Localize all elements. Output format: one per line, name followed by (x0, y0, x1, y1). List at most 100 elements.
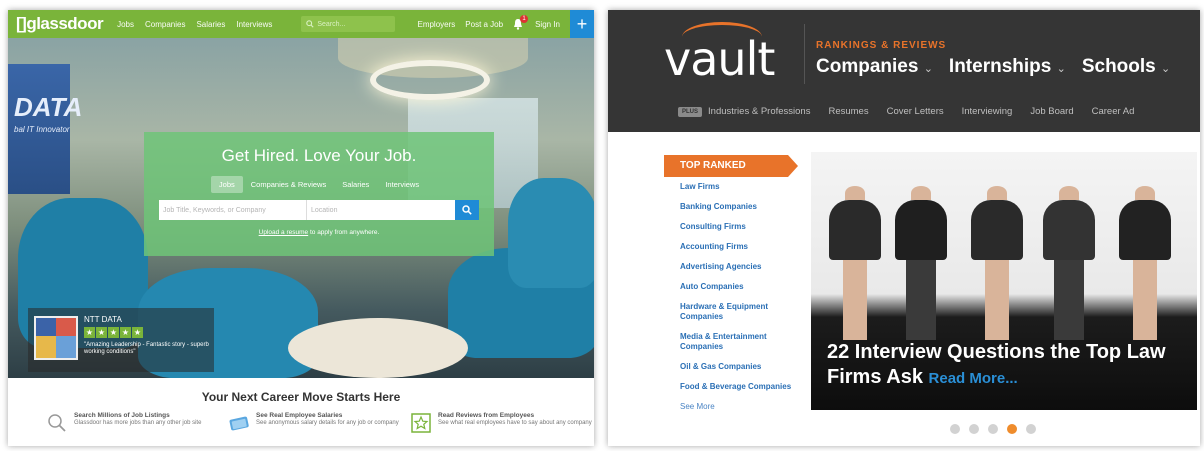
nav-companies[interactable]: Companies (145, 20, 185, 29)
person-photo (1043, 186, 1095, 340)
round-table (288, 318, 468, 378)
feature-salaries[interactable]: See Real Employee Salaries See anonymous … (228, 412, 410, 434)
location-input[interactable]: Location (307, 200, 455, 220)
ranked-link[interactable]: Accounting Firms (680, 242, 802, 252)
header-divider (804, 24, 805, 84)
carousel-dots (950, 424, 1045, 434)
tab-companies-reviews[interactable]: Companies & Reviews (243, 176, 334, 193)
feature-text: See anonymous salary details for any job… (256, 419, 399, 426)
upload-resume-link[interactable]: Upload a resume (259, 229, 309, 236)
see-more-link[interactable]: See More (680, 402, 802, 412)
job-search-box: Get Hired. Love Your Job. Jobs Companies… (144, 132, 494, 256)
money-icon (229, 416, 249, 431)
chevron-down-icon: ⌄ (1056, 63, 1066, 75)
featured-company-card[interactable]: NTT DATA ★ ★ ★ ★ ★ "Amazing Leadership -… (28, 308, 214, 372)
subnav-career-advice[interactable]: Career Ad (1092, 106, 1135, 117)
tab-interviews[interactable]: Interviews (377, 176, 427, 193)
keyword-input[interactable]: Job Title, Keywords, or Company (159, 200, 307, 220)
read-more-link[interactable]: Read More... (929, 370, 1018, 387)
carousel-dot-active[interactable] (1007, 424, 1017, 434)
star-review-icon (411, 413, 431, 433)
top-ranked-ribbon: TOP RANKED (664, 155, 798, 177)
feature-search[interactable]: Search Millions of Job Listings Glassdoor… (46, 412, 228, 434)
ranked-link[interactable]: Media & Entertainment Companies (680, 332, 802, 352)
ranked-link[interactable]: Banking Companies (680, 202, 802, 212)
value-props: Your Next Career Move Starts Here Search… (8, 378, 594, 446)
bell-icon[interactable]: 1 (513, 15, 529, 30)
review-quote: "Amazing Leadership - Fantastic story - … (84, 342, 209, 355)
plus-badge: PLUS (678, 106, 703, 117)
feature-text: See what real employees have to say abou… (438, 419, 592, 426)
search-icon (306, 20, 314, 28)
star-icon: ★ (108, 327, 119, 338)
nav-salaries[interactable]: Salaries (196, 20, 225, 29)
ranked-list: Law Firms Banking Companies Consulting F… (680, 182, 802, 422)
feature-title: Read Reviews from Employees (438, 412, 535, 419)
nav-post-job[interactable]: Post a Job (465, 20, 503, 29)
feature-reviews[interactable]: Read Reviews from Employees See what real… (410, 412, 592, 434)
ranked-link[interactable]: Advertising Agencies (680, 262, 802, 272)
ranked-link[interactable]: Auto Companies (680, 282, 802, 292)
subnav-interviewing[interactable]: Interviewing (962, 106, 1013, 117)
search-tabs: Jobs Companies & Reviews Salaries Interv… (144, 176, 494, 193)
company-name: NTT DATA (84, 315, 122, 324)
tab-salaries[interactable]: Salaries (334, 176, 377, 193)
wall-sign-text: DATA (14, 92, 83, 122)
wall-sign-subtext: bal IT Innovator (14, 125, 70, 134)
person-photo (971, 186, 1023, 340)
ranked-link[interactable]: Hardware & Equipment Companies (680, 302, 802, 322)
upload-resume-suffix: to apply from anywhere. (308, 229, 380, 236)
main-menu: Companies ⌄ Internships ⌄ Schools ⌄ (816, 56, 1186, 78)
subnav-job-board[interactable]: Job Board (1030, 106, 1073, 117)
carousel-dot[interactable] (950, 424, 960, 434)
ranked-link[interactable]: Consulting Firms (680, 222, 802, 232)
vault-header: vault RANKINGS & REVIEWS Companies ⌄ Int… (608, 10, 1200, 132)
ranked-link[interactable]: Food & Beverage Companies (680, 382, 802, 392)
search-button[interactable] (455, 200, 479, 220)
feature-title: Search Millions of Job Listings (74, 412, 170, 419)
upload-resume-text: Upload a resume to apply from anywhere. (144, 229, 494, 236)
notification-badge: 1 (520, 15, 529, 23)
featured-article[interactable]: 22 Interview Questions the Top Law Firms… (811, 152, 1197, 410)
ranked-link[interactable]: Law Firms (680, 182, 802, 192)
nav-search-input[interactable]: Search... (301, 16, 396, 32)
subnav-resumes[interactable]: Resumes (828, 106, 868, 117)
magnifier-icon (48, 414, 66, 432)
wall-sign: DATA bal IT Innovator (8, 64, 83, 194)
company-logo (34, 316, 78, 360)
subnav-cover-letters[interactable]: Cover Letters (887, 106, 944, 117)
footer-title: Your Next Career Move Starts Here (201, 390, 401, 404)
carousel-dot[interactable] (988, 424, 998, 434)
carousel-dot[interactable] (1026, 424, 1036, 434)
chevron-down-icon: ⌄ (1161, 63, 1171, 75)
subnav-industries[interactable]: Industries & Professions (708, 106, 810, 117)
person-photo (895, 186, 947, 340)
nav-interviews[interactable]: Interviews (236, 20, 272, 29)
nav-employers[interactable]: Employers (417, 20, 455, 29)
article-headline: 22 Interview Questions the Top Law Firms… (827, 340, 1187, 391)
glassdoor-screenshot: []glassdoor Jobs Companies Salaries Inte… (8, 10, 594, 446)
feature-title: See Real Employee Salaries (256, 412, 343, 419)
glassdoor-top-nav: []glassdoor Jobs Companies Salaries Inte… (8, 10, 594, 38)
feature-text: Glassdoor has more jobs than any other j… (74, 419, 202, 426)
nav-search-placeholder: Search... (317, 20, 346, 28)
rankings-eyebrow: RANKINGS & REVIEWS (816, 40, 947, 51)
nav-sign-in[interactable]: Sign In (535, 20, 560, 29)
person-photo (829, 186, 881, 340)
ranked-link[interactable]: Oil & Gas Companies (680, 362, 802, 372)
tab-jobs[interactable]: Jobs (210, 176, 243, 193)
rating-stars: ★ ★ ★ ★ ★ (84, 327, 144, 338)
plus-button[interactable]: + (570, 10, 594, 38)
search-icon (462, 205, 472, 215)
star-icon: ★ (120, 327, 131, 338)
vault-logo[interactable]: vault (664, 32, 775, 86)
menu-label: Schools (1081, 56, 1156, 77)
hero-title: Get Hired. Love Your Job. (221, 146, 417, 165)
menu-internships[interactable]: Internships ⌄ (949, 56, 1066, 78)
glassdoor-logo[interactable]: []glassdoor (16, 14, 104, 34)
menu-schools[interactable]: Schools ⌄ (1082, 56, 1170, 78)
nav-jobs[interactable]: Jobs (117, 20, 134, 29)
hero-photo: DATA bal IT Innovator Get Hired. Love You… (8, 38, 594, 378)
carousel-dot[interactable] (969, 424, 979, 434)
menu-companies[interactable]: Companies ⌄ (816, 56, 933, 78)
